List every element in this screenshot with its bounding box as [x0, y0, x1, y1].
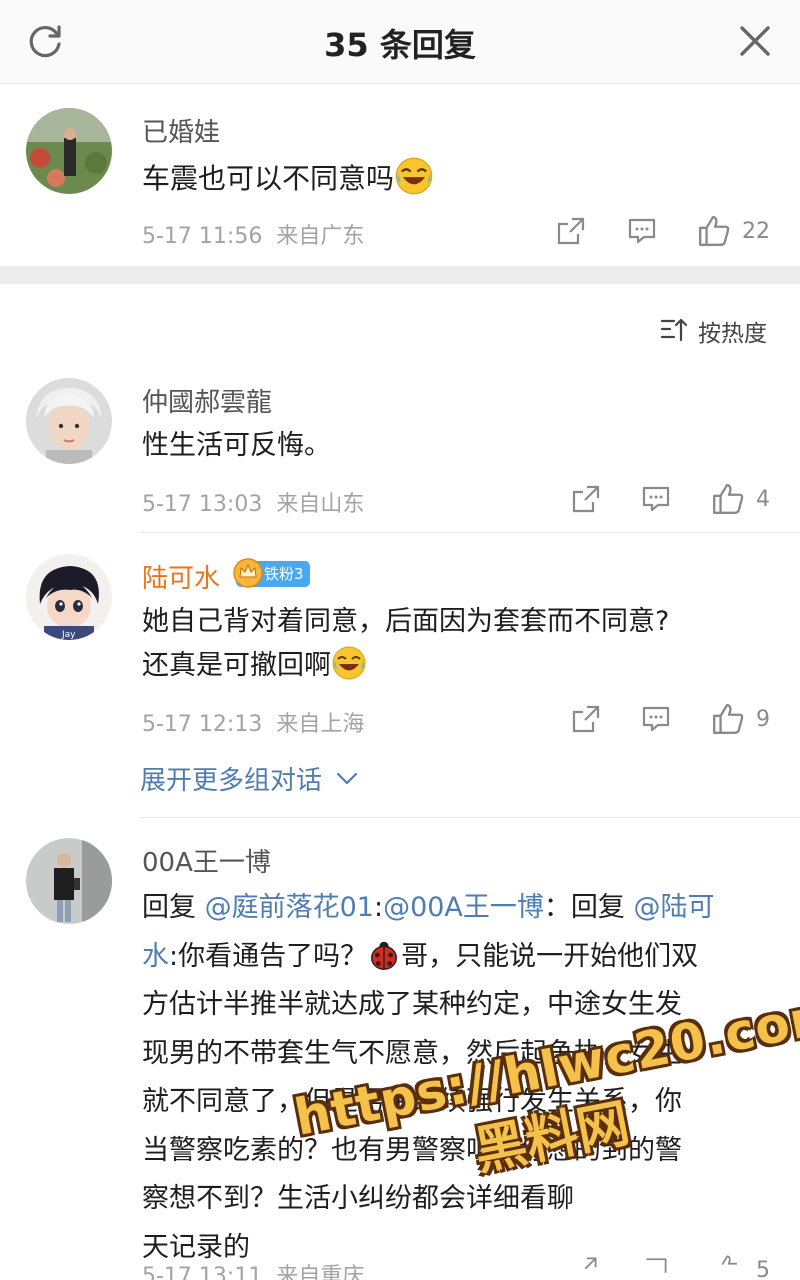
- laugh-cry-emoji: [395, 157, 433, 195]
- comment-meta: 5-17 11:56 来自广东: [142, 218, 364, 250]
- section-divider: [0, 266, 800, 284]
- avatar[interactable]: [26, 378, 112, 464]
- fan-badge: 铁粉3: [233, 558, 310, 588]
- expand-label: 展开更多组对话: [140, 766, 323, 796]
- share-icon[interactable]: [571, 484, 601, 514]
- comment-line: 方估计半推半就达成了某种约定，中途女生发: [142, 989, 682, 1020]
- comment-line-text: :你看通告了吗？: [169, 940, 368, 972]
- chevron-down-icon: [337, 772, 358, 785]
- comment-meta: 5-17 13:11 来自重庆: [142, 1258, 364, 1280]
- comment-line: 她自己背对着同意，后面因为套套而不同意?: [142, 606, 670, 637]
- comment-time: 5-17 12:13: [142, 712, 263, 737]
- like-count: 4: [756, 487, 770, 512]
- mention-link[interactable]: @陆可: [633, 892, 714, 923]
- comment-line-text: 还真是可撤回啊: [142, 650, 331, 681]
- sort-label: 按热度: [698, 321, 767, 347]
- comment-line: 就不同意了，但是男生继续强行发生关系，你: [142, 1086, 682, 1117]
- share-icon[interactable]: [556, 216, 586, 246]
- comment-icon[interactable]: [627, 216, 657, 246]
- comment-line: 回复 @庭前落花01:@00A王一博：回复 @陆可: [142, 892, 715, 923]
- reply-prefix: 回复: [570, 892, 625, 923]
- share-icon[interactable]: [571, 704, 601, 734]
- close-icon[interactable]: [738, 24, 772, 58]
- comment-line: 察想不到？生活小纠纷都会详细看聊: [142, 1183, 574, 1214]
- laugh-cry-emoji: [332, 646, 366, 680]
- like-icon[interactable]: [711, 1254, 745, 1280]
- page-title: 35 条回复: [324, 26, 476, 64]
- avatar[interactable]: [26, 108, 112, 194]
- avatar[interactable]: Jay: [26, 554, 112, 640]
- badge-label: 铁粉3: [264, 565, 304, 583]
- comment-time: 5-17 13:11: [142, 1264, 263, 1280]
- comment-text: 回复 @庭前落花01:@00A王一博：回复 @陆可 水:你看通告了吗？ 哥，只能…: [142, 884, 782, 1272]
- comment-line: 当警察吃素的？也有男警察吧，你想的到的警: [142, 1134, 682, 1166]
- comment-line: 还真是可撤回啊: [142, 644, 782, 688]
- colon: ：: [543, 892, 571, 923]
- share-icon[interactable]: [571, 1256, 601, 1280]
- header-bar: 35 条回复: [0, 0, 800, 84]
- username[interactable]: 陆可水: [142, 558, 220, 595]
- comment-line: 水:你看通告了吗？ 哥，只能说一开始他们双: [142, 933, 782, 982]
- comment-divider: [140, 532, 800, 533]
- comment-location: 来自重庆: [276, 1264, 365, 1280]
- like-icon[interactable]: [711, 702, 745, 736]
- comment-icon[interactable]: [641, 484, 671, 514]
- comment-meta: 5-17 12:13 来自上海: [142, 706, 364, 738]
- comment-divider: [140, 817, 800, 818]
- username[interactable]: 已婚娃: [142, 112, 220, 149]
- comment-line: 现男的不带套生气不愿意，然后起争执，女生: [142, 1037, 682, 1069]
- like-count: 5: [756, 1258, 770, 1280]
- comment-text: 车震也可以不同意吗: [142, 156, 434, 201]
- sort-icon: [660, 318, 688, 342]
- comment-body: 车震也可以不同意吗: [142, 162, 395, 195]
- svg-text:Jay: Jay: [61, 630, 76, 640]
- comment-meta: 5-17 13:03 来自山东: [142, 486, 364, 518]
- comment-text: 性生活可反悔。: [142, 430, 331, 461]
- like-count: 22: [742, 219, 770, 244]
- reply-prefix: 回复: [142, 892, 196, 923]
- like-count: 9: [756, 707, 770, 732]
- comment-time: 5-17 11:56: [142, 224, 263, 249]
- mention-link[interactable]: @00A王一博: [383, 892, 544, 923]
- mention-link-cont[interactable]: 水: [142, 941, 169, 972]
- comment-time: 5-17 13:03: [142, 492, 263, 517]
- crown-icon: [233, 558, 263, 588]
- comment-location: 来自广东: [276, 224, 365, 249]
- comment-text: 她自己背对着同意，后面因为套套而不同意? 还真是可撤回啊: [142, 600, 782, 688]
- mention-link[interactable]: @庭前落花01: [205, 892, 374, 923]
- comment-icon[interactable]: [641, 1256, 671, 1280]
- comment-icon[interactable]: [641, 704, 671, 734]
- comment-line-text: 哥，只能说一开始他们双: [401, 940, 699, 972]
- root-comment: 已婚娃 车震也可以不同意吗 5-17 11:56 来自广东 22: [0, 84, 800, 266]
- comment-location: 来自山东: [276, 492, 365, 517]
- like-icon[interactable]: [697, 214, 731, 248]
- username[interactable]: 仲國郝雲龍: [142, 382, 272, 419]
- username[interactable]: 00A王一博: [142, 842, 271, 879]
- expand-conversation-link[interactable]: 展开更多组对话: [140, 760, 358, 797]
- avatar[interactable]: [26, 838, 112, 924]
- like-icon[interactable]: [711, 482, 745, 516]
- comment-location: 来自上海: [276, 712, 365, 737]
- ladybug-icon: [371, 941, 398, 970]
